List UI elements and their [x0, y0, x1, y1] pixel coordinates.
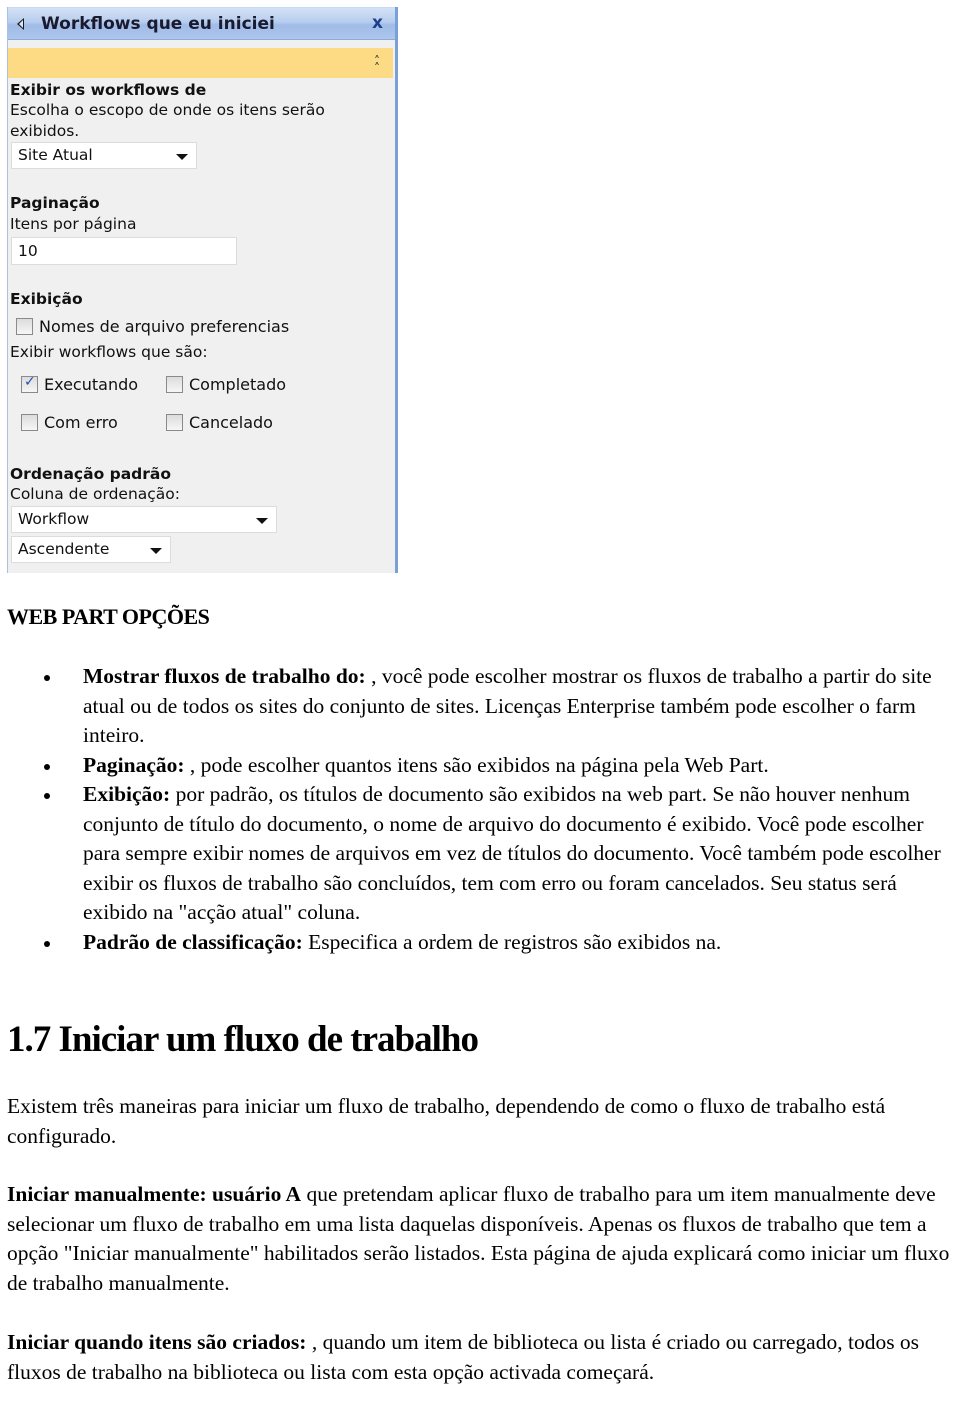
status-label: Completado: [189, 375, 287, 394]
list-item: Exibição: por padrão, os títulos de docu…: [0, 780, 960, 928]
items-per-page-label: Itens por página: [10, 215, 137, 233]
sort-column-value: Workflow: [18, 510, 90, 528]
sorting-heading: Ordenação padrão: [10, 465, 172, 483]
bullet-term: Padrão de classificação:: [83, 929, 303, 954]
bullet-text: por padrão, os títulos de documento são …: [83, 782, 941, 924]
paragraph-term: Iniciar manualmente: usuário A: [7, 1182, 302, 1206]
cancelado-checkbox[interactable]: [166, 414, 183, 431]
collapse-arrow-icon[interactable]: [17, 18, 24, 30]
paging-heading: Paginação: [10, 194, 100, 212]
status-option-completado[interactable]: Completado: [166, 375, 286, 394]
show-from-description: Escolha o escopo de onde os itens serão …: [10, 101, 325, 140]
intro-paragraph: Existem três maneiras para iniciar um fl…: [7, 1094, 886, 1148]
list-item: Paginação: , pode escolher quantos itens…: [0, 751, 960, 781]
dropdown-arrow-icon: [256, 518, 268, 524]
manual-start-paragraph: Iniciar manualmente: usuário A que prete…: [7, 1180, 957, 1298]
scope-select[interactable]: Site Atual: [11, 142, 197, 169]
webpart-tool-pane: Workflows que eu iniciei x ˄ ˄ Exibir os …: [7, 7, 398, 573]
status-label: Com erro: [44, 413, 118, 432]
bullet-text: , pode escolher quantos itens são exibid…: [184, 752, 769, 777]
options-heading: WEB PART OPÇÕES: [7, 604, 210, 629]
status-option-executando[interactable]: Executando: [21, 374, 139, 394]
on-create-paragraph: Iniciar quando itens são criados: , quan…: [7, 1328, 957, 1387]
section-band: ˄ ˄: [8, 48, 393, 78]
status-label: Executando: [44, 375, 139, 394]
panel-header: Workflows que eu iniciei x: [8, 7, 395, 40]
sort-direction-value: Ascendente: [18, 540, 110, 558]
prefer-filenames-checkbox[interactable]: [16, 318, 33, 335]
section-heading: 1.7 Iniciar um fluxo de trabalho: [7, 1019, 479, 1060]
show-workflows-label: Exibir workflows que são:: [10, 343, 208, 361]
close-icon[interactable]: x: [372, 13, 383, 33]
bullet-term: Exibição:: [83, 782, 171, 806]
scope-select-value: Site Atual: [18, 146, 93, 164]
sort-column-label: Coluna de ordenação:: [10, 485, 180, 503]
display-heading: Exibição: [10, 290, 83, 308]
sort-direction-select[interactable]: Ascendente: [11, 536, 171, 563]
dropdown-arrow-icon: [150, 548, 162, 554]
prefer-filenames-option[interactable]: Nomes de arquivo preferencias: [16, 317, 289, 336]
completado-checkbox[interactable]: [166, 376, 183, 393]
status-option-cancelado[interactable]: Cancelado: [166, 413, 273, 432]
paragraph-term: Iniciar quando itens são criados:: [7, 1330, 307, 1354]
com-erro-checkbox[interactable]: [21, 414, 38, 431]
dropdown-arrow-icon: [176, 154, 188, 160]
bullet-term: Mostrar fluxos de trabalho do:: [83, 664, 366, 688]
list-item: Mostrar fluxos de trabalho do: , você po…: [0, 662, 960, 751]
status-option-com-erro[interactable]: Com erro: [21, 413, 118, 432]
panel-title: Workflows que eu iniciei: [41, 14, 275, 34]
status-label: Cancelado: [189, 413, 273, 432]
options-list: Mostrar fluxos de trabalho do: , você po…: [0, 662, 960, 957]
bullet-text: Especifica a ordem de registros são exib…: [302, 929, 722, 954]
bullet-term: Paginação:: [83, 752, 185, 777]
prefer-filenames-label: Nomes de arquivo preferencias: [39, 317, 290, 336]
items-per-page-input[interactable]: 10: [11, 237, 237, 265]
list-item: Padrão de classificação: Especifica a or…: [0, 928, 960, 958]
executando-checkbox[interactable]: [21, 374, 38, 393]
show-from-heading: Exibir os workflows de: [10, 81, 207, 99]
double-chevron-up-icon[interactable]: ˄ ˄: [371, 55, 383, 74]
sort-column-select[interactable]: Workflow: [11, 506, 277, 533]
